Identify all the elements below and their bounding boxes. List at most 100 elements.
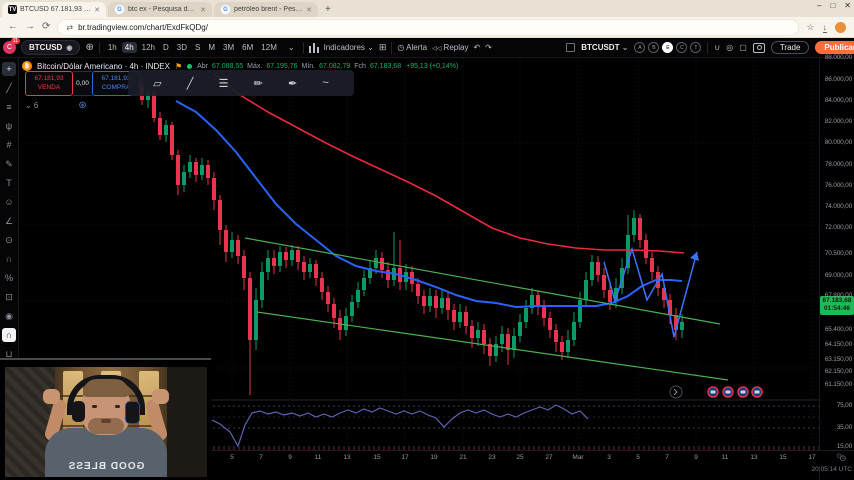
sell-price: 67.181,93 [35,75,64,83]
settings-gear-icon[interactable]: ⊛ [78,100,86,111]
timeframe-12M[interactable]: 12M [258,42,280,53]
close-icon[interactable]: ✕ [844,1,851,10]
sidebar-tool-icon[interactable]: ☺ [2,195,16,209]
timeframe-D[interactable]: D [160,42,172,53]
browser-profile-avatar[interactable] [835,22,846,33]
divider [707,42,708,54]
forward-button[interactable]: → [25,22,35,32]
sidebar-tool-icon[interactable]: ✎ [2,157,16,171]
timeframe-1h[interactable]: 1h [105,42,120,53]
indicators-button[interactable]: Indicadores ⌄ [324,43,374,52]
sell-label: VENDA [38,84,60,92]
divider [391,42,392,54]
undo-button[interactable]: ↶ [473,43,480,52]
candle-body [332,304,336,318]
indicator-collapse-toggle[interactable]: ⌄ 6 [25,101,38,110]
draw-tool-icon[interactable]: ▱ [153,77,161,90]
user-avatar[interactable]: C 11 [3,41,16,54]
new-tab-button[interactable]: + [318,2,338,17]
beard [88,418,124,434]
address-bar-actions: ☆ ↓ [806,22,846,33]
browser-tab[interactable]: Gpetróleo brent - Pesquisa do G✕ [214,2,318,17]
sidebar-tool-icon[interactable]: ≡ [2,100,16,114]
reload-button[interactable]: ⟳ [42,22,50,32]
magnet-icon[interactable]: ∪ [714,43,720,52]
layer-button-C[interactable]: C [676,42,687,53]
compare-add-button[interactable]: ⊕ [85,42,93,53]
draw-tool-icon[interactable]: ☰ [219,77,229,90]
timeframe-12h[interactable]: 12h [139,42,158,53]
sidebar-tool-icon[interactable]: # [2,138,16,152]
draw-tool-icon[interactable]: ✏ [254,77,263,90]
sidebar-tool-icon[interactable]: ⊡ [2,290,16,304]
download-icon[interactable]: ↓ [823,22,828,33]
layer-button-A[interactable]: A [634,42,645,53]
target-icon[interactable]: ◎ [726,43,733,52]
candle-body [158,118,162,135]
ohlc-label: Abr [197,63,208,70]
bookmark-icon[interactable]: ☆ [806,22,814,33]
back-button[interactable]: ← [8,22,18,32]
timeframe-3D[interactable]: 3D [174,42,190,53]
draw-tool-icon[interactable]: ╱ [187,77,194,90]
replay-button[interactable]: ◁◁ Replay [432,43,468,52]
draw-tool-icon[interactable]: ✒ [288,77,297,90]
browser-tab[interactable]: Gbtc ex - Pesquisa do Google✕ [108,2,212,17]
price-scale-label: 62.150,00 [825,368,852,375]
tab-close-icon[interactable]: ✕ [200,6,206,14]
layer-button-T[interactable]: T [690,42,701,53]
layer-button-E[interactable]: E [662,42,673,53]
watchlist-checkbox[interactable] [566,43,575,52]
tab-close-icon[interactable]: ✕ [306,6,312,14]
sidebar-tool-icon[interactable]: % [2,271,16,285]
layout-grid-icon[interactable]: ⊞ [379,42,387,53]
sidebar-tool-icon[interactable]: T [2,176,16,190]
maximize-icon[interactable]: □ [830,1,835,10]
watch-symbol-label[interactable]: BTCUSDT ⌄ [581,43,628,52]
url-text[interactable]: br.tradingview.com/chart/ExdFkQDg/ [78,23,208,32]
publish-button[interactable]: Publicar [815,41,854,54]
chart-style-icon[interactable] [309,43,319,53]
watch-symbol-chevron: ⌄ [622,43,629,52]
symbol-search-button[interactable]: BTCUSD ◉ [21,40,80,55]
sidebar-tool-icon[interactable]: ╱ [2,81,16,95]
sidebar-tool-icon[interactable]: ∩ [2,252,16,266]
draw-tool-icon[interactable]: ~ [322,77,328,89]
sidebar-tool-icon[interactable]: ψ [2,119,16,133]
sidebar-tool-icon[interactable]: ∠ [2,214,16,228]
watchlist-eye-icon[interactable]: ◉ [66,44,72,52]
candle-body [176,155,180,185]
red-moving-average [214,74,684,253]
timeframe-4h[interactable]: 4h [122,42,137,53]
alert-label: Alerta [406,43,427,52]
candle-body [344,316,348,330]
fullscreen-icon[interactable]: ▢ [739,43,747,52]
pane-settings-icon[interactable]: ⊙ [836,452,842,460]
site-settings-icon[interactable]: ⇄ [66,23,73,32]
sidebar-tool-icon[interactable]: ◉ [2,309,16,323]
price-scale[interactable]: 67.183,68 01:54:46 88.000,0086.000,0084.… [819,58,854,480]
sell-button[interactable]: 67.181,93 VENDA [25,71,73,96]
tab-close-icon[interactable]: ✕ [94,6,100,14]
candle-body [362,278,366,290]
layer-button-B[interactable]: B [648,42,659,53]
browser-tab[interactable]: TVBTCUSD 67.181,93 ▼ -1,37%✕ [2,2,106,17]
trade-button[interactable]: Trade [771,41,810,54]
timeframe-M[interactable]: M [205,42,218,53]
timeframe-3M[interactable]: 3M [220,42,237,53]
url-box[interactable]: ⇄ br.tradingview.com/chart/ExdFkQDg/ [57,19,799,36]
alert-button[interactable]: ◷ Alerta [397,43,427,52]
candle-body [572,322,576,340]
minimize-icon[interactable]: – [817,1,821,10]
sidebar-tool-icon[interactable]: + [2,62,16,76]
timeframe-menu-chevron[interactable]: ⌄ [285,42,298,53]
candle-body [236,240,240,256]
snapshot-camera-icon[interactable] [753,43,765,53]
jump-to-realtime-button[interactable] [670,386,682,398]
timeframe-S[interactable]: S [192,42,203,53]
timeframe-6M[interactable]: 6M [239,42,256,53]
redo-button[interactable]: ↷ [485,43,492,52]
window-controls: –□ ✕ [817,1,851,10]
sidebar-tool-icon[interactable]: ∩ [2,328,16,342]
sidebar-tool-icon[interactable]: ⊙ [2,233,16,247]
